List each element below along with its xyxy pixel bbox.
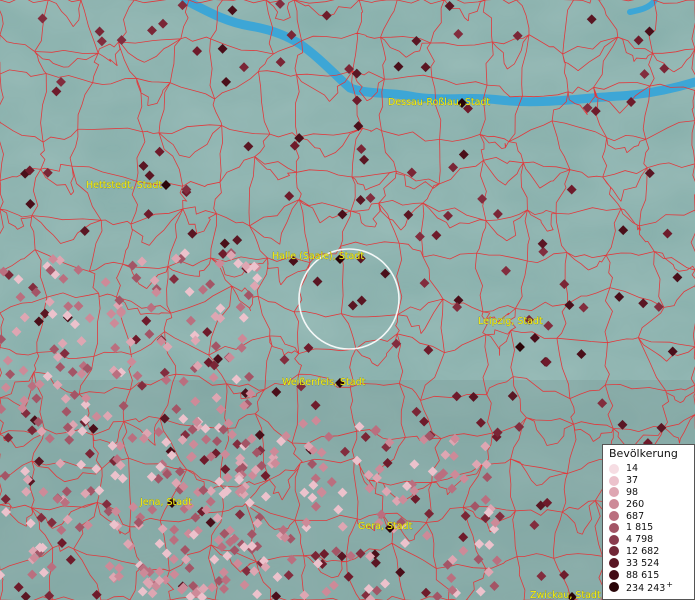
city-label-gera[interactable]: Gera, Stadt xyxy=(358,521,413,532)
city-label-dessau[interactable]: Dessau-Roßlau, Stadt xyxy=(388,97,491,108)
legend-label: 260 xyxy=(626,498,645,510)
legend-swatch xyxy=(609,558,619,569)
legend-swatch xyxy=(609,534,619,545)
legend-swatch xyxy=(609,570,619,581)
legend-entries: 14 37 98 260 687 1 815 4 798 12 682 33 524 88 615… xyxy=(609,463,690,594)
legend-entry: 98 xyxy=(609,487,690,499)
legend-swatch xyxy=(609,499,619,510)
legend-swatch xyxy=(609,463,619,474)
legend-swatch xyxy=(609,475,619,486)
legend-title: Bevölkerung xyxy=(609,447,678,460)
legend-swatch xyxy=(609,581,619,592)
population-legend: Bevölkerung 14 37 98 260 687 1 815 4 798 12 682… xyxy=(602,444,695,600)
legend-label: 14 xyxy=(626,463,639,475)
legend-entry: 687 xyxy=(609,510,690,522)
legend-label: 98 xyxy=(626,486,639,498)
legend-label: 37 xyxy=(626,475,639,487)
legend-swatch xyxy=(609,511,619,522)
legend-swatch xyxy=(609,522,619,533)
legend-swatch xyxy=(609,487,619,498)
map-canvas[interactable]: Dessau-Roßlau, Stadt Hettstedt, Stadt Ha… xyxy=(0,0,695,600)
city-label-zwickau[interactable]: Zwickau, Stadt xyxy=(530,590,601,600)
legend-entry: 234 243+ xyxy=(609,579,690,594)
legend-swatch xyxy=(609,546,619,557)
legend-entry: 33 524 xyxy=(609,557,690,569)
terrain-shadow-south xyxy=(0,380,695,600)
legend-label: 687 xyxy=(626,510,645,522)
legend-label: 12 682 xyxy=(626,545,660,557)
city-label-jena[interactable]: Jena, Stadt xyxy=(139,497,193,508)
legend-label: 234 243+ xyxy=(626,579,673,594)
legend-entry: 12 682 xyxy=(609,546,690,558)
city-label-leipzig[interactable]: Leipzig, Stadt xyxy=(478,316,543,327)
city-label-halle[interactable]: Halle (Saale), Stadt xyxy=(272,251,365,262)
legend-entry: 1 815 xyxy=(609,522,690,534)
legend-entry: 14 xyxy=(609,463,690,475)
legend-label: 4 798 xyxy=(626,534,654,546)
legend-entry: 37 xyxy=(609,475,690,487)
city-label-weissenfels[interactable]: Weißenfels, Stadt xyxy=(282,377,366,388)
legend-label: 1 815 xyxy=(626,522,654,534)
legend-label: 33 524 xyxy=(626,557,660,569)
legend-plus-mark: + xyxy=(666,579,673,589)
city-label-hettstedt[interactable]: Hettstedt, Stadt xyxy=(86,180,163,191)
legend-entry: 260 xyxy=(609,498,690,510)
legend-entry: 4 798 xyxy=(609,534,690,546)
